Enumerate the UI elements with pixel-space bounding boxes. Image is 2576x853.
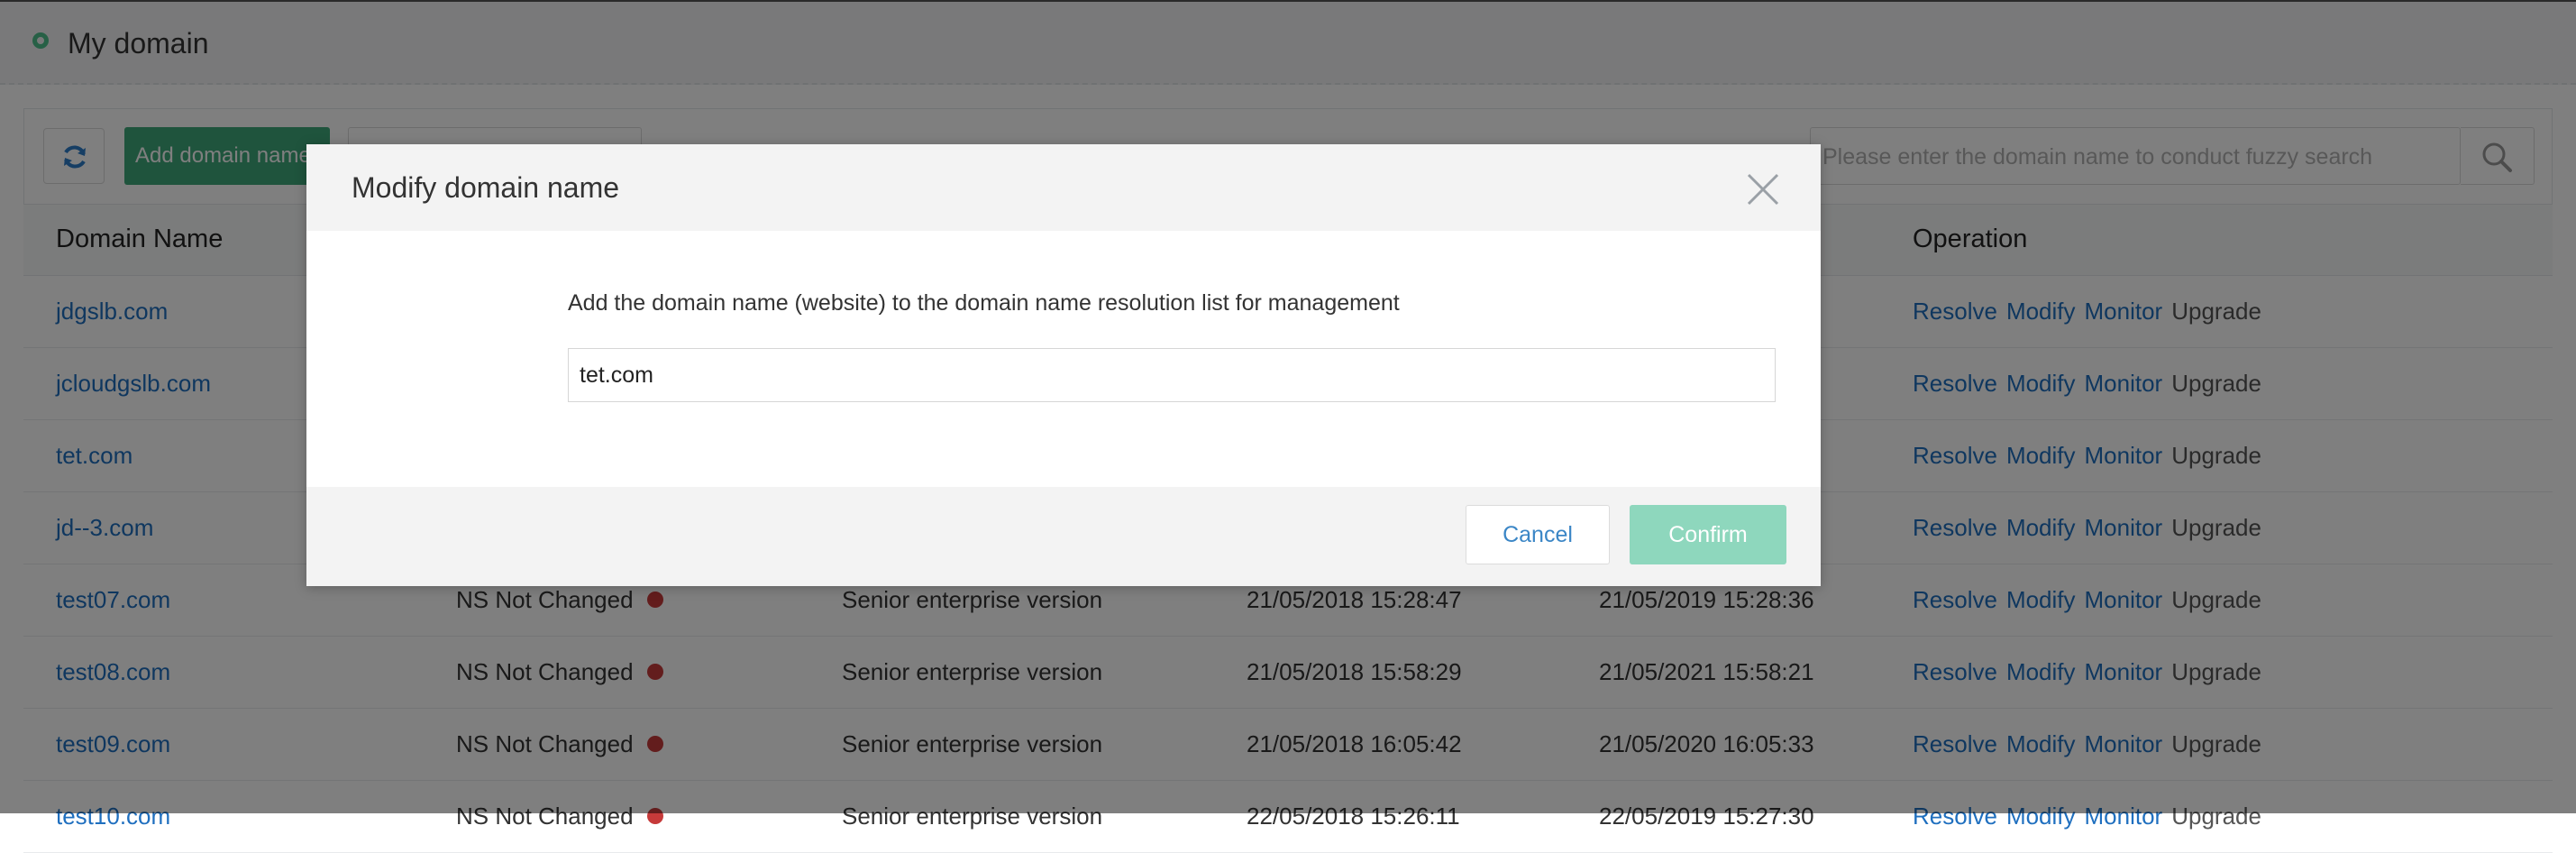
confirm-button[interactable]: Confirm — [1630, 505, 1786, 564]
dialog-footer: Cancel Confirm — [306, 487, 1821, 586]
close-icon[interactable] — [1745, 171, 1781, 207]
dialog-title: Modify domain name — [352, 171, 620, 204]
dialog-header: Modify domain name — [306, 144, 1821, 231]
domain-name-input[interactable] — [568, 348, 1776, 402]
dialog-description: Add the domain name (website) to the dom… — [568, 290, 1400, 316]
cancel-button[interactable]: Cancel — [1466, 505, 1610, 564]
